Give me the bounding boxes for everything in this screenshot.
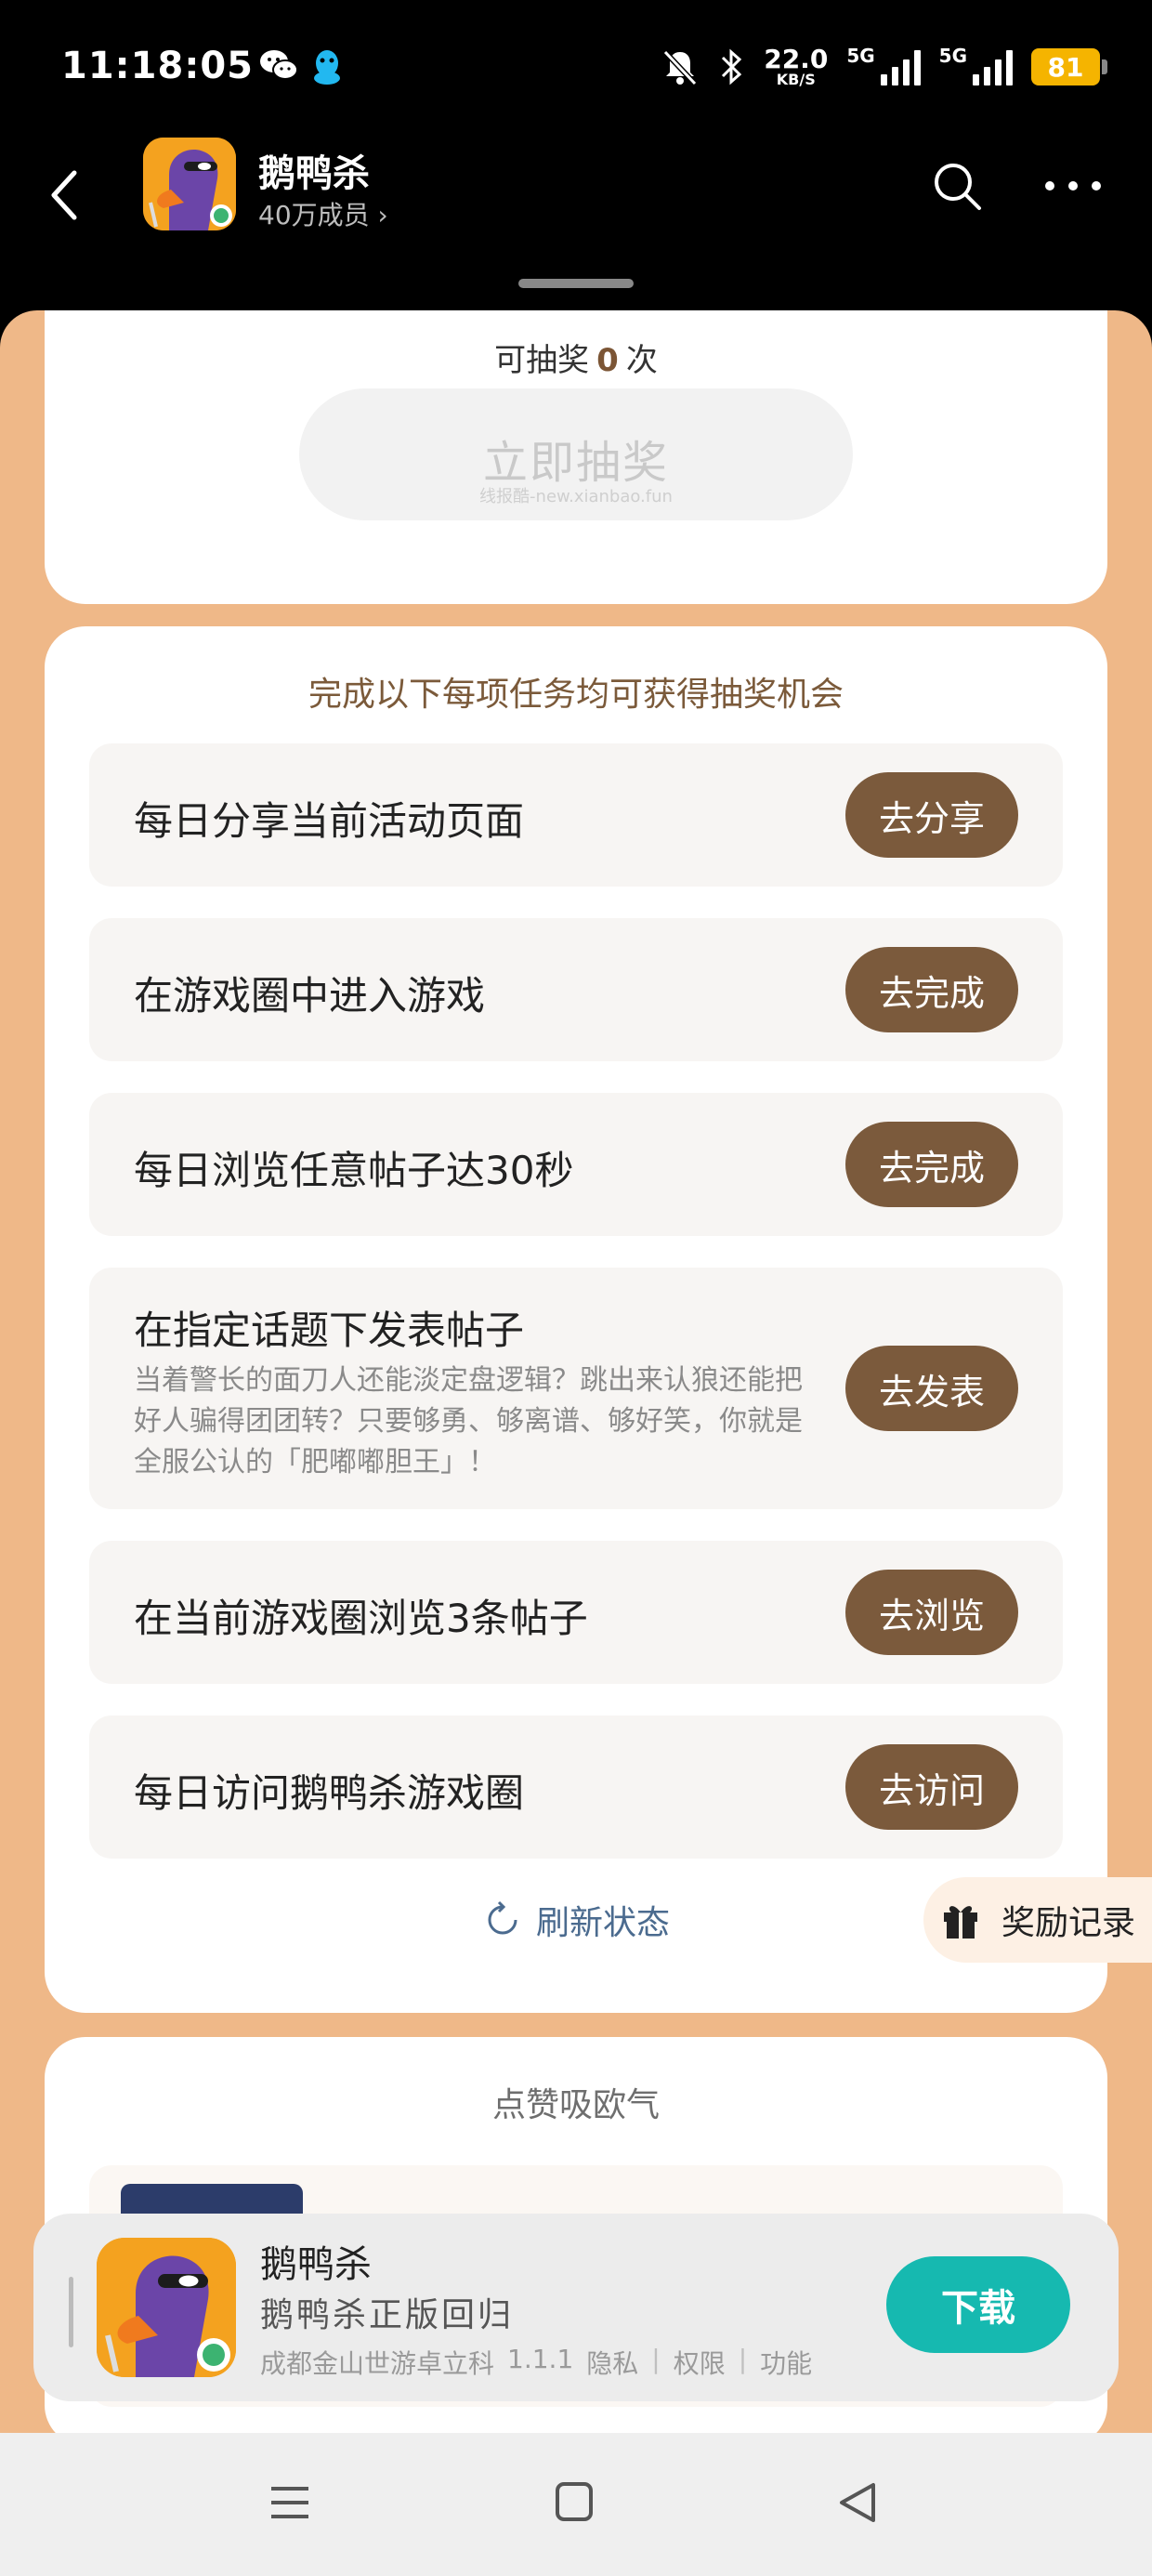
status-right: 22.0 KB/S 5G 5G 81 [660,41,1107,93]
battery-level: 81 [1047,51,1084,83]
task-item: 每日浏览任意帖子达30秒 去完成 [89,1093,1063,1236]
task-card: 完成以下每项任务均可获得抽奖机会 每日分享当前活动页面 去分享 在游戏圈中进入游… [45,626,1107,2013]
lottery-card: 可抽奖 0 次 立即抽奖 线报酷-new.xianbao.fun [45,310,1107,604]
chevron-right-icon: › [377,200,388,230]
task-title: 在指定话题下发表帖子 [134,1308,525,1353]
draw-button-label: 立即抽奖 [482,437,669,489]
task-heading: 完成以下每项任务均可获得抽奖机会 [308,676,844,714]
search-icon[interactable] [929,158,985,214]
task-description: 当着警长的面刀人还能淡定盘逻辑？跳出来认狼还能把好人骗得团团转？只要够勇、够离谱… [134,1364,803,1479]
separator: | [651,2344,661,2374]
watermark: 线报酷-new.xianbao.fun [479,487,673,506]
activity-page: 可抽奖 0 次 立即抽奖 线报酷-new.xianbao.fun 完成以下每项任务均… [0,310,1152,2433]
app-header: 鹅鸭杀 40万成员 › [0,130,1152,307]
download-banner: 鹅鸭杀 鹅鸭杀正版回归 成都金山世游卓立科 1.1.1 隐私 | 权限 | 功能… [33,2214,1119,2401]
back-nav-icon[interactable] [821,2470,896,2535]
signal-icon [880,48,921,85]
game-logo[interactable] [143,138,236,230]
banner-slogan: 鹅鸭杀正版回归 [260,2296,515,2334]
gift-icon [944,1906,977,1939]
share-button[interactable]: 去分享 [845,772,1018,858]
task-title: 每日分享当前活动页面 [134,798,525,844]
draw-count: 可抽奖 0 次 [494,342,658,379]
features-link[interactable]: 功能 [760,2344,825,2381]
task-item: 在游戏圈中进入游戏 去完成 [89,918,1063,1061]
group-title: 鹅鸭杀 [258,152,370,195]
task-title: 在游戏圈中进入游戏 [134,973,486,1019]
status-bar: 11:18:05 22.0 KB/S 5G 5G 81 [0,0,1152,130]
banner-handle [69,2277,73,2347]
task-title: 每日访问鹅鸭杀游戏圈 [134,1770,525,1816]
bluetooth-icon [722,48,742,85]
permissions-link[interactable]: 权限 [674,2344,739,2381]
refresh-icon [488,1900,517,1935]
sim1-label: 5G [846,45,875,67]
signal-icon-2 [973,48,1013,85]
post-button[interactable]: 去发表 [845,1346,1018,1431]
privacy-link[interactable]: 隐私 [586,2344,651,2381]
reward-record-tab[interactable]: 奖励记录 [923,1877,1152,1963]
system-nav-bar [0,2433,1152,2576]
back-icon[interactable] [37,158,93,232]
separator: | [738,2344,748,2374]
goose-icon [97,2238,236,2377]
task-item: 每日访问鹅鸭杀游戏圈 去访问 [89,1715,1063,1859]
reward-record-label: 奖励记录 [1001,1904,1136,1942]
net-speed: 22.0 KB/S [764,44,829,88]
app-version: 1.1.1 [507,2344,574,2374]
member-count[interactable]: 40万成员 › [258,195,388,232]
task-item: 在指定话题下发表帖子 当着警长的面刀人还能淡定盘逻辑？跳出来认狼还能把好人骗得团… [89,1268,1063,1509]
task-title: 每日浏览任意帖子达30秒 [134,1148,574,1193]
task-item: 在当前游戏圈浏览3条帖子 去浏览 [89,1541,1063,1684]
drag-handle[interactable] [518,279,634,288]
status-time: 11:18:05 [61,45,254,87]
developer-name: 成都金山世游卓立科 [260,2348,495,2379]
sim2-label: 5G [938,45,967,67]
complete-button[interactable]: 去完成 [845,1122,1018,1207]
task-title: 在当前游戏圈浏览3条帖子 [134,1596,588,1641]
game-logo [97,2238,236,2377]
visit-button[interactable]: 去访问 [845,1744,1018,1830]
mute-icon [663,49,698,86]
browse-button[interactable]: 去浏览 [845,1570,1018,1655]
battery-icon: 81 [1031,48,1107,85]
draw-button[interactable]: 立即抽奖 线报酷-new.xianbao.fun [299,388,853,520]
more-icon[interactable] [1041,167,1106,204]
goose-icon [143,138,236,230]
refresh-label: 刷新状态 [535,1904,670,1942]
banner-app-name: 鹅鸭杀 [260,2243,372,2286]
likes-heading: 点赞吸欧气 [491,2086,660,2124]
qq-icon [314,50,340,85]
home-icon[interactable] [537,2470,611,2535]
download-button[interactable]: 下载 [886,2256,1070,2353]
draw-count-number: 0 [596,342,619,379]
task-item: 每日分享当前活动页面 去分享 [89,743,1063,887]
banner-meta: 成都金山世游卓立科 1.1.1 隐私 | 权限 | 功能 [260,2344,825,2381]
menu-icon[interactable] [253,2470,327,2535]
wechat-icon [260,50,298,80]
complete-button[interactable]: 去完成 [845,947,1018,1032]
